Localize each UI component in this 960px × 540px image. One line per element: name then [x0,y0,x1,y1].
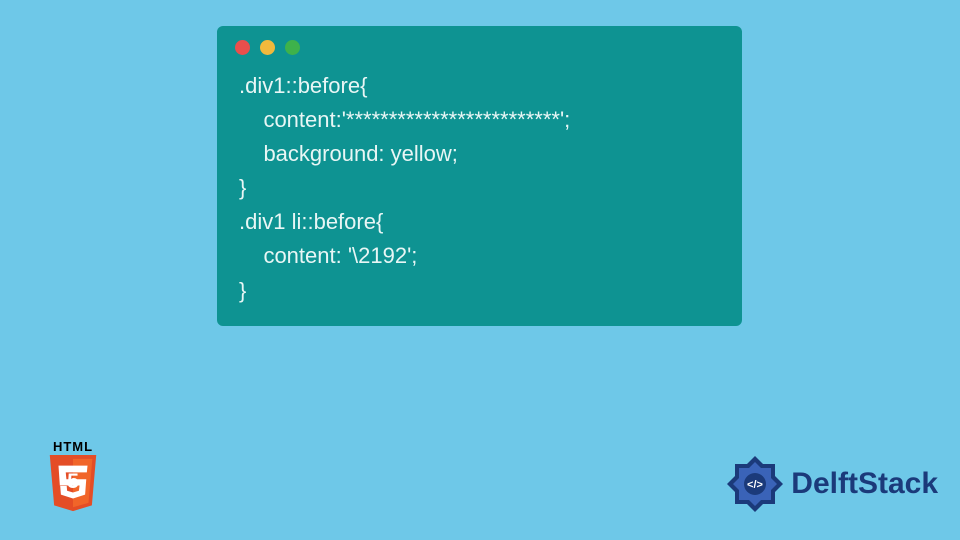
code-line: .div1::before{ [239,73,367,98]
code-window: .div1::before{ content:'****************… [217,26,742,326]
code-line: content:'*************************'; [239,107,570,132]
minimize-icon[interactable] [260,40,275,55]
delftstack-label: DelftStack [791,467,938,501]
html5-badge: HTML 5 [42,439,104,520]
code-line: .div1 li::before{ [239,209,383,234]
html5-label: HTML [42,439,104,454]
code-line: content: '\2192'; [239,243,417,268]
delftstack-logo: </> DelftStack [725,454,938,514]
window-controls [217,26,742,65]
code-body: .div1::before{ content:'****************… [217,65,742,312]
code-line: background: yellow; [239,141,458,166]
delftstack-icon: </> [725,454,785,514]
html5-number: 5 [67,469,79,493]
code-line: } [239,175,246,200]
maximize-icon[interactable] [285,40,300,55]
close-icon[interactable] [235,40,250,55]
svg-text:</>: </> [747,479,763,491]
html5-shield-icon: 5 [45,455,101,515]
code-line: } [239,278,246,303]
